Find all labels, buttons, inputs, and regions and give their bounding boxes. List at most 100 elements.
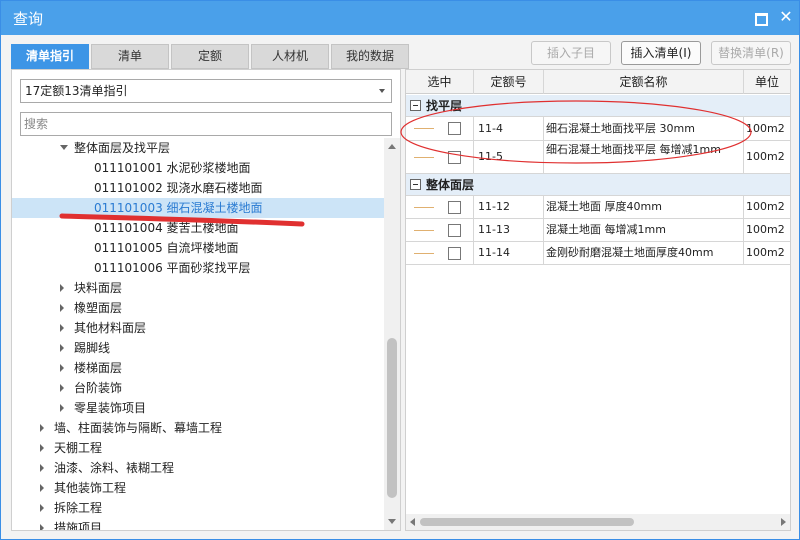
tree-node-label: 其他装饰工程	[54, 481, 127, 495]
group-label: 整体面层	[426, 178, 475, 192]
tree-node[interactable]: 整体面层及找平层	[12, 138, 384, 158]
tree-node[interactable]: 011101005 自流坪楼地面	[12, 238, 384, 258]
collapse-arrow-icon[interactable]	[40, 464, 44, 472]
tree-node[interactable]: 零星装饰项目	[12, 398, 384, 418]
close-icon[interactable]: ✕	[779, 9, 793, 25]
header-name: 定额名称	[544, 70, 744, 94]
tree-node[interactable]: 措施项目	[12, 518, 384, 530]
row-checkbox[interactable]	[448, 151, 461, 164]
collapse-arrow-icon[interactable]	[40, 524, 44, 530]
tree-node[interactable]: 011101001 水泥砂浆楼地面	[12, 158, 384, 178]
tree-node-label: 楼梯面层	[74, 361, 123, 375]
tab-material[interactable]: 人材机	[251, 44, 329, 69]
tree-node-label: 墙、柱面装饰与隔断、幕墙工程	[54, 421, 223, 435]
tree-node[interactable]: 橡塑面层	[12, 298, 384, 318]
group-row-topping[interactable]: 整体面层	[406, 174, 790, 196]
tree-node-label: 油漆、涂料、裱糊工程	[54, 461, 175, 475]
search-placeholder: 搜索	[24, 117, 49, 131]
collapse-arrow-icon[interactable]	[60, 364, 64, 372]
row-unit: 100m2	[746, 200, 785, 213]
table-row[interactable]: 11-12 混凝土地面 厚度40mm 100m2	[406, 196, 790, 219]
row-checkbox[interactable]	[448, 201, 461, 214]
tree-node-selected[interactable]: 011101003 细石混凝土楼地面	[12, 198, 384, 218]
table-row[interactable]: 11-14 金刚砂耐磨混凝土地面厚度40mm 100m2	[406, 242, 790, 265]
tree-node-label: 零星装饰项目	[74, 401, 147, 415]
collapse-arrow-icon[interactable]	[40, 424, 44, 432]
collapse-arrow-icon[interactable]	[60, 384, 64, 392]
tree-node-label: 011101003 细石混凝土楼地面	[94, 201, 263, 215]
collapse-arrow-icon[interactable]	[60, 344, 64, 352]
collapse-arrow-icon[interactable]	[60, 304, 64, 312]
window-title: 查询	[13, 10, 44, 28]
row-unit: 100m2	[746, 122, 785, 135]
vertical-scrollbar[interactable]	[384, 138, 400, 530]
row-code: 11-13	[474, 219, 544, 241]
tree-node-label: 其他材料面层	[74, 321, 147, 335]
row-unit: 100m2	[746, 150, 785, 163]
tree-node[interactable]: 其他装饰工程	[12, 478, 384, 498]
row-name: 细石混凝土地面找平层 每增减1mm	[544, 141, 744, 173]
tree-node[interactable]: 楼梯面层	[12, 358, 384, 378]
search-input[interactable]: 搜索	[20, 112, 392, 136]
expand-arrow-icon[interactable]	[60, 145, 68, 150]
scroll-right-icon[interactable]	[781, 518, 786, 526]
tree-node-label: 011101004 菱苦土楼地面	[94, 221, 239, 235]
tab-list-guide[interactable]: 清单指引	[11, 44, 89, 69]
collapse-arrow-icon[interactable]	[60, 324, 64, 332]
collapse-arrow-icon[interactable]	[60, 284, 64, 292]
tree-node-label: 措施项目	[54, 521, 103, 530]
guide-tree: 整体面层及找平层 011101001 水泥砂浆楼地面 011101002 现浇水磨石…	[12, 138, 384, 530]
header-select: 选中	[406, 70, 474, 94]
collapse-icon[interactable]	[410, 179, 421, 190]
table-row[interactable]: 11-4 细石混凝土地面找平层 30mm 100m2	[406, 117, 790, 141]
row-checkbox[interactable]	[448, 224, 461, 237]
tree-node[interactable]: 墙、柱面装饰与隔断、幕墙工程	[12, 418, 384, 438]
row-unit: 100m2	[746, 246, 785, 259]
tree-node-label: 天棚工程	[54, 441, 103, 455]
tree-node-label: 拆除工程	[54, 501, 103, 515]
table-row[interactable]: 11-13 混凝土地面 每增减1mm 100m2	[406, 219, 790, 242]
tree-node[interactable]: 拆除工程	[12, 498, 384, 518]
row-code: 11-12	[474, 196, 544, 218]
scroll-up-icon[interactable]	[388, 144, 396, 149]
tree-node[interactable]: 011101004 菱苦土楼地面	[12, 218, 384, 238]
tab-my-data[interactable]: 我的数据	[331, 44, 409, 69]
insert-sub-button[interactable]: 插入子目	[531, 41, 611, 65]
tab-list[interactable]: 清单	[91, 44, 169, 69]
tree-node[interactable]: 块料面层	[12, 278, 384, 298]
table-row[interactable]: 11-5 细石混凝土地面找平层 每增减1mm 100m2	[406, 141, 790, 174]
library-dropdown-value: 17定额13清单指引	[25, 84, 128, 98]
tree-node[interactable]: 踢脚线	[12, 338, 384, 358]
group-row-screed[interactable]: 找平层	[406, 95, 790, 117]
row-checkbox[interactable]	[448, 247, 461, 260]
collapse-arrow-icon[interactable]	[40, 504, 44, 512]
tab-quota[interactable]: 定额	[171, 44, 249, 69]
row-code: 11-5	[474, 141, 544, 173]
tree-node[interactable]: 天棚工程	[12, 438, 384, 458]
row-code: 11-4	[474, 117, 544, 140]
row-name: 细石混凝土地面找平层 30mm	[544, 117, 744, 140]
tree-node-label: 踢脚线	[74, 341, 111, 355]
library-dropdown[interactable]: 17定额13清单指引	[20, 79, 392, 103]
tree-node[interactable]: 011101006 平面砂浆找平层	[12, 258, 384, 278]
collapse-arrow-icon[interactable]	[40, 484, 44, 492]
maximize-icon[interactable]	[753, 10, 768, 26]
tree-node[interactable]: 011101002 现浇水磨石楼地面	[12, 178, 384, 198]
collapse-arrow-icon[interactable]	[60, 404, 64, 412]
tree-node[interactable]: 其他材料面层	[12, 318, 384, 338]
collapse-arrow-icon[interactable]	[40, 444, 44, 452]
tree-node[interactable]: 油漆、涂料、裱糊工程	[12, 458, 384, 478]
quota-table-panel: 选中 定额号 定额名称 单位 找平层 11-4 细石混凝土地面找平层 30mm …	[400, 69, 791, 531]
tree-node[interactable]: 台阶装饰	[12, 378, 384, 398]
scroll-thumb[interactable]	[387, 338, 397, 498]
title-bar: 查询 ✕	[1, 1, 799, 35]
tree-line	[414, 157, 434, 158]
scroll-thumb[interactable]	[420, 518, 634, 526]
collapse-icon[interactable]	[410, 100, 421, 111]
replace-list-button[interactable]: 替换清单(R)	[711, 41, 791, 65]
insert-list-button[interactable]: 插入清单(I)	[621, 41, 701, 65]
horizontal-scrollbar[interactable]	[406, 514, 790, 530]
scroll-down-icon[interactable]	[388, 519, 396, 524]
scroll-left-icon[interactable]	[410, 518, 415, 526]
row-checkbox[interactable]	[448, 122, 461, 135]
